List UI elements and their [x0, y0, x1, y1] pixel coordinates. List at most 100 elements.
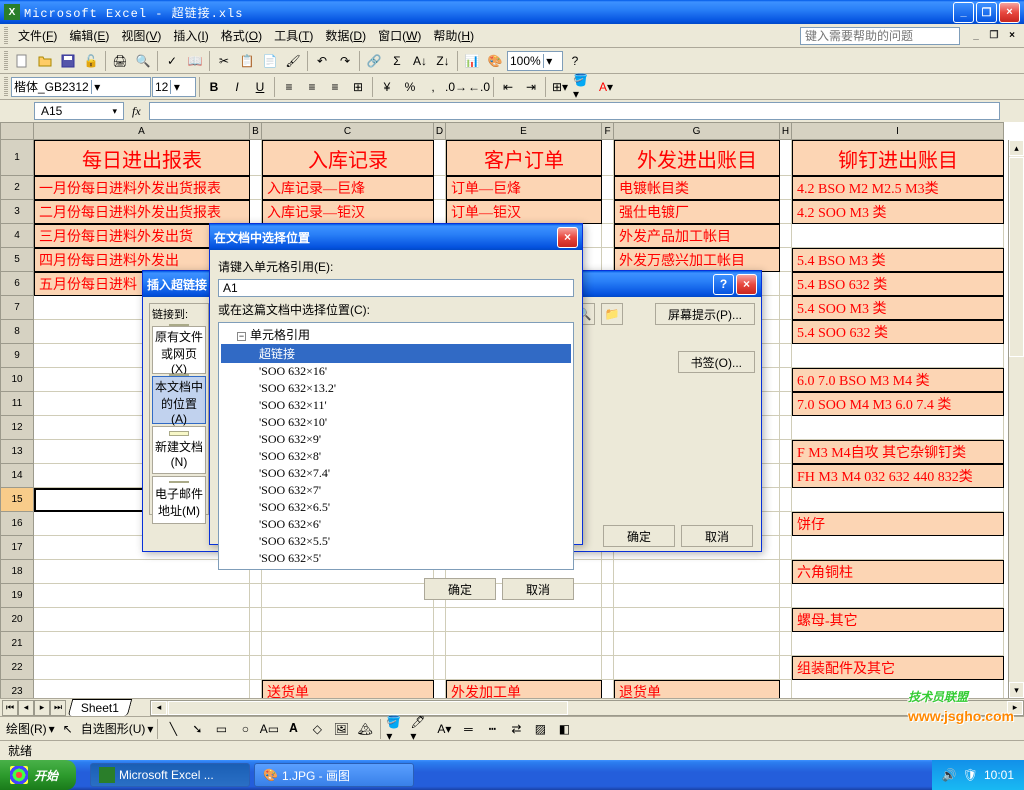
start-button[interactable]: 开始	[0, 760, 76, 790]
decrease-indent-button[interactable]: ⇤	[497, 76, 519, 98]
drawing-button[interactable]: 🎨	[484, 50, 506, 72]
tree-item[interactable]: 'SOO 632×11'	[221, 397, 571, 414]
cell[interactable]	[792, 584, 1004, 608]
formula-bar[interactable]	[149, 102, 1000, 120]
cell[interactable]	[602, 176, 614, 200]
ok-button[interactable]: 确定	[603, 525, 675, 547]
cell[interactable]	[250, 176, 262, 200]
diagram-button[interactable]: ◇	[306, 718, 328, 740]
cell[interactable]: 4.2 BSO M2 M2.5 M3类	[792, 176, 1004, 200]
align-left-button[interactable]: ≡	[278, 76, 300, 98]
cell[interactable]	[780, 584, 792, 608]
cell[interactable]	[262, 632, 434, 656]
cell[interactable]: 5.4 SOO M3 类	[792, 296, 1004, 320]
cell[interactable]: 外发加工单	[446, 680, 602, 698]
cell[interactable]	[614, 560, 780, 584]
horizontal-scrollbar[interactable]: ◂ ▸	[150, 700, 1024, 716]
tree-item[interactable]: 'SOO 632×6'	[221, 516, 571, 533]
cell[interactable]	[446, 656, 602, 680]
cell[interactable]: 二月份每日进料外发出货报表	[34, 200, 250, 224]
tree-item[interactable]: 'SOO 632×16'	[221, 363, 571, 380]
cell[interactable]: FH M3 M4 032 632 440 832类	[792, 464, 1004, 488]
bold-button[interactable]: B	[203, 76, 225, 98]
align-center-button[interactable]: ≡	[301, 76, 323, 98]
borders-button[interactable]: ⊞▾	[549, 76, 571, 98]
cell[interactable]: 入库记录—巨烽	[262, 176, 434, 200]
cell[interactable]: 5.4 SOO 632 类	[792, 320, 1004, 344]
cell[interactable]	[614, 584, 780, 608]
textbox-button[interactable]: A▭	[258, 718, 280, 740]
doc-close-button[interactable]: ×	[1004, 29, 1020, 43]
cell[interactable]: 强仕电镀厂	[614, 200, 780, 224]
oval-button[interactable]: ○	[234, 718, 256, 740]
increase-indent-button[interactable]: ⇥	[520, 76, 542, 98]
increase-decimal-button[interactable]: .0→	[445, 76, 467, 98]
tab-prev-button[interactable]: ◂	[18, 700, 34, 716]
row-header[interactable]: 5	[0, 248, 34, 272]
cell-reference-input[interactable]	[218, 279, 574, 297]
cell[interactable]	[780, 140, 792, 176]
cell[interactable]: 4.2 SOO M3 类	[792, 200, 1004, 224]
row-header[interactable]: 16	[0, 512, 34, 536]
cell[interactable]	[34, 656, 250, 680]
link-to-email-option[interactable]: 电子邮件地址(M)	[152, 476, 206, 524]
cell[interactable]	[780, 608, 792, 632]
link-to-file-option[interactable]: 原有文件或网页(X)	[152, 326, 206, 374]
print-button[interactable]: 🖨	[109, 50, 131, 72]
cell[interactable]: 7.0 SOO M4 M3 6.0 7.4 类	[792, 392, 1004, 416]
cell[interactable]	[780, 392, 792, 416]
cell[interactable]	[34, 680, 250, 698]
cell[interactable]	[602, 248, 614, 272]
row-header[interactable]: 23	[0, 680, 34, 698]
cell[interactable]	[602, 200, 614, 224]
browse-file-button[interactable]: 📁	[601, 303, 623, 325]
cell[interactable]	[434, 140, 446, 176]
font-name-combo[interactable]: 楷体_GB2312▾	[11, 77, 151, 97]
cell[interactable]	[602, 680, 614, 698]
column-header[interactable]: G	[614, 122, 780, 140]
autoshapes-menu[interactable]: 自选图形(U)	[81, 720, 146, 737]
shadow-button[interactable]: ▨	[529, 718, 551, 740]
cell[interactable]	[780, 296, 792, 320]
dialog-help-button[interactable]: ?	[713, 274, 734, 295]
tree-item[interactable]: 'SOO 632×8'	[221, 448, 571, 465]
cell[interactable]	[434, 200, 446, 224]
doc-restore-button[interactable]: ❐	[986, 29, 1002, 43]
tab-next-button[interactable]: ▸	[34, 700, 50, 716]
column-header[interactable]: D	[434, 122, 446, 140]
redo-button[interactable]: ↷	[334, 50, 356, 72]
row-header[interactable]: 14	[0, 464, 34, 488]
line-color-button[interactable]: 🖊▾	[409, 718, 431, 740]
cell[interactable]: 5.4 BSO 632 类	[792, 272, 1004, 296]
cell[interactable]	[614, 632, 780, 656]
cell[interactable]: 饼仔	[792, 512, 1004, 536]
menu-item[interactable]: 插入(I)	[167, 25, 214, 46]
column-header[interactable]: F	[602, 122, 614, 140]
row-header[interactable]: 6	[0, 272, 34, 296]
dash-style-button[interactable]: ┅	[481, 718, 503, 740]
cell[interactable]: 电镀帐目类	[614, 176, 780, 200]
cell[interactable]	[780, 272, 792, 296]
cell[interactable]	[792, 536, 1004, 560]
cell[interactable]: 一月份每日进料外发出货报表	[34, 176, 250, 200]
cell[interactable]	[780, 440, 792, 464]
cell[interactable]	[780, 656, 792, 680]
toolbar-handle[interactable]	[4, 77, 8, 97]
cell[interactable]	[434, 632, 446, 656]
cancel-button[interactable]: 取消	[681, 525, 753, 547]
cell[interactable]	[792, 488, 1004, 512]
tree-root[interactable]: −单元格引用	[221, 325, 571, 344]
menu-item[interactable]: 视图(V)	[115, 25, 167, 46]
cell[interactable]: 订单—钜汉	[446, 200, 602, 224]
row-header[interactable]: 3	[0, 200, 34, 224]
menu-item[interactable]: 帮助(H)	[427, 25, 480, 46]
column-header[interactable]: B	[250, 122, 262, 140]
font-size-combo[interactable]: 12▾	[152, 77, 196, 97]
permission-button[interactable]: 🔓	[80, 50, 102, 72]
tree-item-selected[interactable]: 超链接	[221, 344, 571, 363]
cell[interactable]: 订单—巨烽	[446, 176, 602, 200]
menu-item[interactable]: 格式(O)	[215, 25, 268, 46]
column-header[interactable]: I	[792, 122, 1004, 140]
cell[interactable]	[34, 632, 250, 656]
3d-button[interactable]: ◧	[553, 718, 575, 740]
